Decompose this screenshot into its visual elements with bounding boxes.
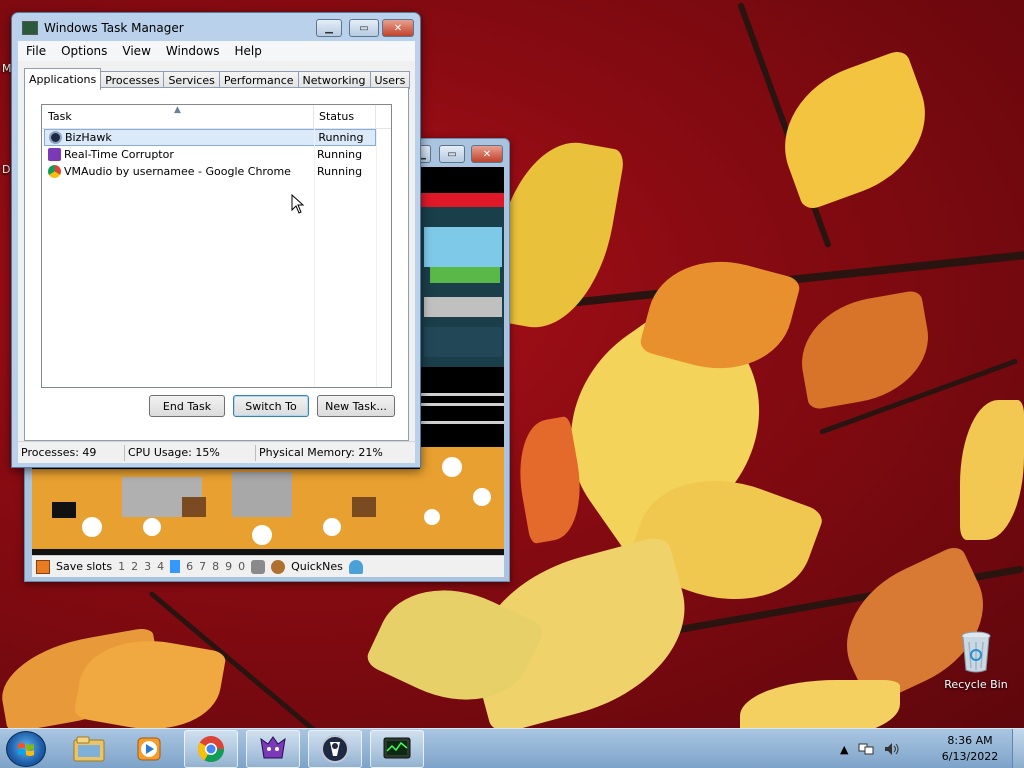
bizhawk-icon bbox=[321, 735, 349, 763]
wallpaper-leaf bbox=[960, 400, 1024, 540]
show-desktop-button[interactable] bbox=[1012, 729, 1024, 768]
menu-help[interactable]: Help bbox=[234, 44, 261, 58]
taskbar-bizhawk[interactable] bbox=[308, 730, 362, 768]
sort-ascending-icon: ▲ bbox=[174, 105, 181, 115]
task-manager-icon bbox=[383, 737, 411, 759]
task-status: Running bbox=[318, 131, 364, 144]
save-slot-button[interactable]: 9 bbox=[225, 560, 232, 573]
chrome-icon bbox=[48, 165, 61, 178]
rtc-icon bbox=[260, 736, 286, 759]
tab-applications[interactable]: Applications bbox=[24, 68, 102, 90]
switch-to-button[interactable]: Switch To bbox=[233, 395, 309, 417]
close-button[interactable]: ✕ bbox=[382, 19, 414, 37]
physical-memory: Physical Memory: 21% bbox=[259, 446, 383, 459]
column-divider bbox=[314, 129, 315, 387]
rtc-icon bbox=[48, 148, 61, 161]
system-tray: ▲ bbox=[840, 729, 900, 768]
save-slot-button[interactable]: 7 bbox=[199, 560, 206, 573]
maximize-button[interactable]: ▭ bbox=[349, 19, 379, 37]
table-row[interactable]: BizHawk Running bbox=[44, 129, 376, 146]
menu-windows[interactable]: Windows bbox=[166, 44, 220, 58]
bizhawk-status-bar: Save slots 1 2 3 4 5 6 7 8 9 0 QuickNes bbox=[32, 555, 504, 577]
recycle-bin[interactable]: Recycle Bin bbox=[940, 630, 1012, 691]
list-header: ▲ Task Status bbox=[42, 105, 391, 129]
recycle-bin-label: Recycle Bin bbox=[944, 678, 1008, 691]
media-player-icon bbox=[137, 737, 161, 761]
start-button[interactable] bbox=[6, 731, 46, 767]
taskbar-task-manager[interactable] bbox=[370, 730, 424, 768]
task-manager-icon bbox=[22, 21, 38, 35]
close-button[interactable]: ✕ bbox=[471, 145, 503, 163]
task-list[interactable]: ▲ Task Status BizHawk Running Real-Time … bbox=[41, 104, 392, 388]
core-icon bbox=[271, 559, 286, 574]
explorer-icon bbox=[73, 736, 105, 762]
save-slot-button[interactable]: 6 bbox=[186, 560, 193, 573]
windows-logo-icon bbox=[18, 743, 34, 756]
chrome-icon bbox=[197, 736, 225, 763]
menu-view[interactable]: View bbox=[122, 44, 150, 58]
column-divider bbox=[376, 129, 377, 387]
table-row[interactable]: VMAudio by usernamee - Google Chrome Run… bbox=[42, 163, 391, 180]
recycle-bin-icon bbox=[960, 630, 992, 674]
user-icon[interactable] bbox=[348, 559, 363, 574]
taskbar-rtc[interactable] bbox=[246, 730, 300, 768]
processes-count: Processes: 49 bbox=[18, 444, 125, 461]
maximize-button[interactable]: ▭ bbox=[439, 145, 465, 163]
save-slot-button[interactable]: 2 bbox=[131, 560, 138, 573]
end-task-button[interactable]: End Task bbox=[149, 395, 225, 417]
save-slot-button[interactable]: 0 bbox=[238, 560, 245, 573]
task-name: Real-Time Corruptor bbox=[64, 148, 174, 161]
status-bar: Processes: 49 CPU Usage: 15% Physical Me… bbox=[18, 441, 415, 463]
task-name: BizHawk bbox=[65, 131, 112, 144]
clock-time: 8:36 AM bbox=[947, 734, 993, 747]
task-manager-window[interactable]: Windows Task Manager ▁ ▭ ✕ File Options … bbox=[11, 12, 421, 468]
task-name: VMAudio by usernamee - Google Chrome bbox=[64, 165, 291, 178]
cpu-usage: CPU Usage: 15% bbox=[125, 444, 256, 461]
menu-bar: File Options View Windows Help bbox=[18, 41, 415, 61]
applications-pane: ▲ Task Status BizHawk Running Real-Time … bbox=[24, 87, 409, 441]
menu-options[interactable]: Options bbox=[61, 44, 107, 58]
taskbar-chrome[interactable] bbox=[184, 730, 238, 768]
save-slot-button[interactable]: 1 bbox=[118, 560, 125, 573]
task-status: Running bbox=[317, 165, 363, 178]
clock-date: 6/13/2022 bbox=[941, 750, 999, 763]
new-task-button[interactable]: New Task... bbox=[317, 395, 395, 417]
help-icon[interactable] bbox=[36, 559, 50, 574]
menu-file[interactable]: File bbox=[26, 44, 46, 58]
table-row[interactable]: Real-Time Corruptor Running bbox=[42, 146, 391, 163]
save-slot-button[interactable]: 8 bbox=[212, 560, 219, 573]
save-slot-button[interactable]: 3 bbox=[144, 560, 151, 573]
column-header-status[interactable]: Status bbox=[314, 105, 376, 128]
clock[interactable]: 8:36 AM 6/13/2022 bbox=[935, 733, 1005, 765]
mouse-cursor-icon bbox=[291, 194, 305, 214]
save-slot-button-active[interactable]: 5 bbox=[170, 560, 181, 573]
taskbar-media-player[interactable] bbox=[122, 730, 176, 768]
title-bar[interactable]: Windows Task Manager bbox=[22, 21, 184, 35]
taskbar: ▲ 8:36 AM 6/13/2022 bbox=[0, 728, 1024, 768]
wallpaper-leaf bbox=[792, 289, 938, 411]
taskbar-explorer[interactable] bbox=[62, 730, 116, 768]
wallpaper-leaf bbox=[740, 680, 900, 728]
pause-icon[interactable] bbox=[251, 559, 266, 574]
task-status: Running bbox=[317, 148, 363, 161]
show-hidden-icons-icon[interactable]: ▲ bbox=[840, 743, 848, 756]
wallpaper-leaf bbox=[764, 47, 946, 213]
core-label[interactable]: QuickNes bbox=[291, 560, 343, 573]
window-title: Windows Task Manager bbox=[44, 21, 184, 35]
network-icon[interactable] bbox=[858, 742, 874, 756]
bizhawk-icon bbox=[49, 131, 62, 144]
volume-icon[interactable] bbox=[884, 742, 900, 756]
save-slots-label: Save slots bbox=[56, 560, 113, 573]
minimize-button[interactable]: ▁ bbox=[316, 19, 342, 37]
save-slot-button[interactable]: 4 bbox=[157, 560, 164, 573]
tab-strip: Applications Processes Services Performa… bbox=[24, 67, 411, 90]
window-body: Applications Processes Services Performa… bbox=[18, 61, 415, 463]
desktop-icon-label-cut[interactable]: D bbox=[2, 163, 10, 176]
